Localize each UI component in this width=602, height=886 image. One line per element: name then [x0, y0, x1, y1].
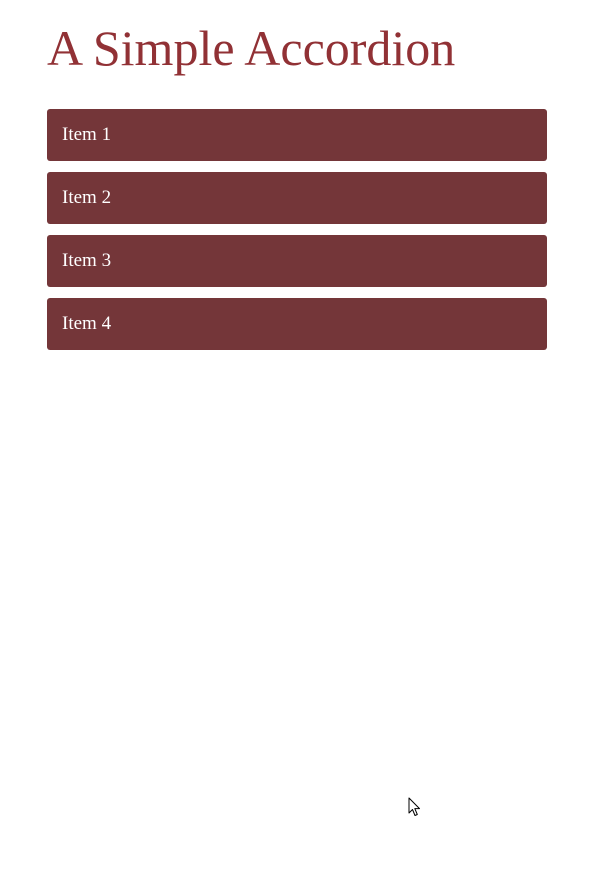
mouse-pointer-icon: [408, 797, 420, 816]
accordion-item-1[interactable]: Item 1: [47, 109, 547, 161]
accordion-item-3[interactable]: Item 3: [47, 235, 547, 287]
accordion-item-label: Item 2: [62, 187, 112, 208]
accordion: Item 1 Item 2 Item 3 Item 4: [47, 109, 547, 361]
page-title: A Simple Accordion: [47, 20, 456, 76]
accordion-item-2[interactable]: Item 2: [47, 172, 547, 224]
accordion-item-label: Item 3: [62, 250, 112, 271]
accordion-item-label: Item 1: [62, 124, 112, 145]
accordion-item-4[interactable]: Item 4: [47, 298, 547, 350]
accordion-item-label: Item 4: [62, 313, 112, 334]
